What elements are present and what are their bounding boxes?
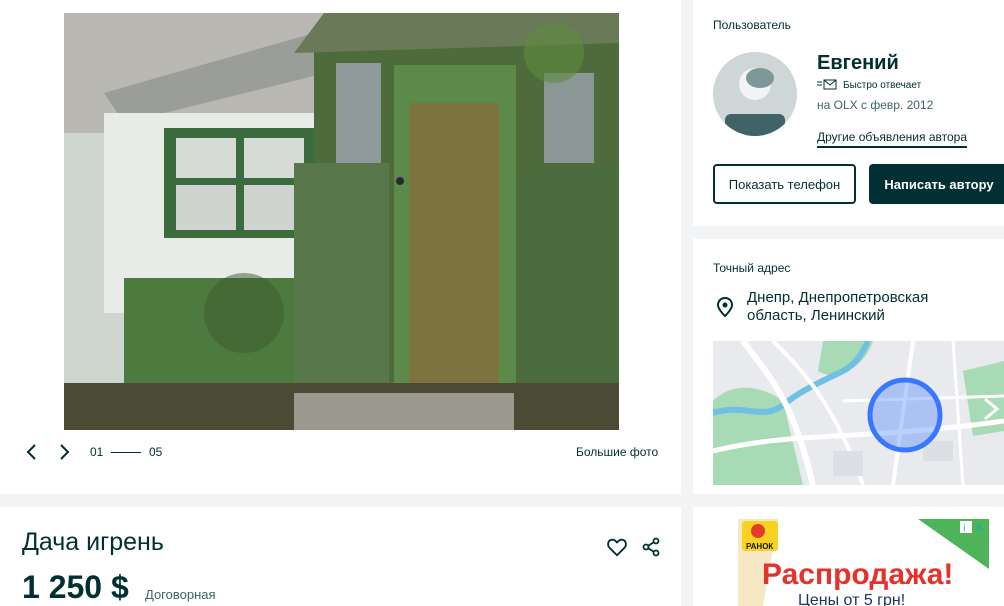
- user-card: Пользователь Евгений Быстро отвечает на …: [693, 0, 1004, 226]
- negotiable-label: Договорная: [145, 587, 216, 602]
- user-avatar-icon: [713, 52, 797, 136]
- message-icon: [817, 79, 837, 90]
- listing-photo[interactable]: [64, 13, 619, 430]
- heart-icon[interactable]: [606, 536, 628, 558]
- share-icon[interactable]: [641, 537, 661, 557]
- ad-headline: Распродажа!: [762, 558, 953, 591]
- svg-text:i: i: [963, 524, 966, 534]
- gallery-counter-total: 05: [149, 445, 163, 459]
- photo-gallery: 01 05 Большие фото: [0, 0, 681, 494]
- chevron-right-icon: [60, 444, 70, 460]
- user-name: Евгений: [817, 52, 899, 74]
- fast-answer-label: Быстро отвечает: [843, 79, 922, 91]
- ad-brand: РАНОК: [746, 542, 773, 551]
- fast-answer-badge: Быстро отвечает: [817, 79, 921, 91]
- ad-card: РАНОК Распродажа! Цены от 5 грн! i ✕: [693, 507, 1004, 606]
- address-card: Точный адрес Днепр, Днепропетровская обл…: [693, 239, 1004, 494]
- chevron-left-icon: [26, 444, 36, 460]
- big-photo-link[interactable]: Большие фото: [576, 445, 658, 459]
- other-ads-link[interactable]: Другие объявления автора: [817, 130, 968, 148]
- gallery-counter-divider: [111, 452, 141, 453]
- listing-price: 1 250 $: [22, 569, 129, 605]
- ad-banner[interactable]: РАНОК Распродажа! Цены от 5 грн! i ✕: [738, 519, 989, 606]
- listing-title: Дача игрень: [22, 528, 164, 556]
- show-phone-button[interactable]: Показать телефон: [713, 164, 856, 204]
- gallery-next-button[interactable]: [52, 440, 76, 464]
- gallery-counter-current: 01: [90, 445, 104, 459]
- ad-info-icon[interactable]: [960, 521, 972, 533]
- address-heading: Точный адрес: [713, 261, 791, 275]
- ad-banner-image: РАНОК Распродажа! Цены от 5 грн! i ✕: [738, 519, 989, 606]
- gallery-prev-button[interactable]: [20, 440, 44, 464]
- write-author-button[interactable]: Написать автору: [869, 164, 1004, 204]
- ad-close-icon[interactable]: ✕: [975, 523, 983, 534]
- dacha-photo-image: [64, 13, 619, 430]
- avatar: [713, 52, 797, 136]
- address-map[interactable]: [713, 341, 1004, 485]
- user-heading: Пользователь: [713, 18, 791, 32]
- listing-card: Дача игрень 1 250 $ Договорная: [0, 507, 681, 606]
- ad-subline: Цены от 5 грн!: [798, 592, 905, 606]
- address-text: Днепр, Днепропетровская область, Ленинск…: [747, 289, 929, 324]
- map-image: [713, 341, 1004, 485]
- location-pin-icon: [716, 297, 734, 317]
- user-since: на OLX с февр. 2012: [817, 98, 934, 112]
